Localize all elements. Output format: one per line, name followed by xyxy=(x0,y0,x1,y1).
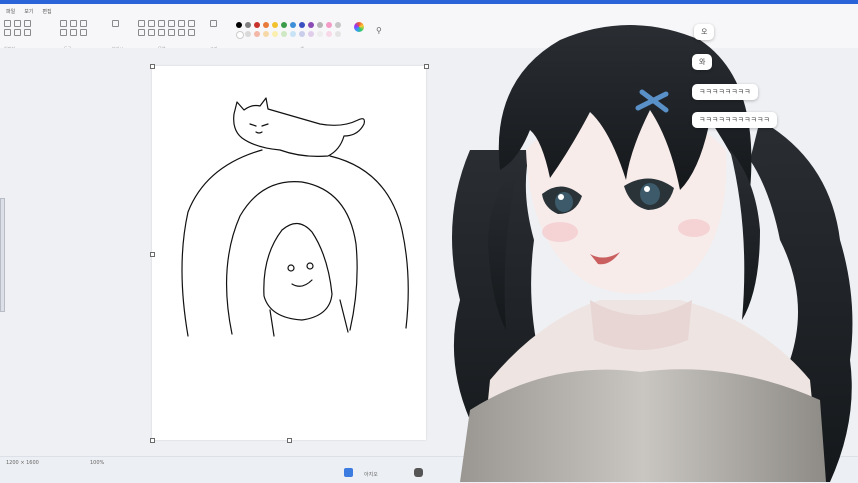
tab-edit[interactable]: 편집 xyxy=(42,8,51,18)
palette-swatch[interactable] xyxy=(335,22,341,28)
chat-message: ㅋㅋㅋㅋㅋㅋㅋㅋㅋㅋㅋ xyxy=(692,112,777,128)
status-canvas-size: 1200 × 1600 xyxy=(6,460,39,466)
brush-group xyxy=(112,20,139,27)
chat-message: 오 xyxy=(694,24,715,40)
palette-swatch[interactable] xyxy=(272,31,278,37)
palette-swatch[interactable] xyxy=(281,22,287,28)
palette-swatch[interactable] xyxy=(326,31,332,37)
canvas-handle-topleft[interactable] xyxy=(150,64,155,69)
canvas-handle-bottomleft[interactable] xyxy=(150,438,155,443)
arrow-shape-icon[interactable] xyxy=(138,29,145,36)
fill-icon[interactable] xyxy=(70,20,77,27)
diamond-shape-icon[interactable] xyxy=(178,29,185,36)
left-eye xyxy=(287,264,295,272)
drawing-tools-group xyxy=(60,20,87,36)
oval-shape-icon[interactable] xyxy=(158,20,165,27)
layers-icon[interactable]: ⚲ xyxy=(376,26,382,35)
left-panel-handle[interactable] xyxy=(0,198,5,312)
chat-message: 와 xyxy=(692,54,713,70)
right-eye xyxy=(306,262,314,270)
brush-icon[interactable] xyxy=(112,20,119,27)
palette-swatch[interactable] xyxy=(317,22,323,28)
callout-shape-icon[interactable] xyxy=(168,29,175,36)
taskbar-search-label: 아지오 xyxy=(364,472,378,478)
canvas-handle-bottom[interactable] xyxy=(287,438,292,443)
cat-outline xyxy=(233,97,365,157)
right-iris xyxy=(640,183,660,205)
palette-swatch[interactable] xyxy=(245,31,251,37)
palette-swatch[interactable] xyxy=(290,22,296,28)
tab-file[interactable]: 파일 xyxy=(6,8,15,18)
size-group xyxy=(210,20,237,27)
doodle-drawing xyxy=(181,97,409,337)
face-outline xyxy=(263,222,333,321)
menu-tabs: 파일 보기 편집 xyxy=(0,8,52,18)
palette-swatch[interactable] xyxy=(263,31,269,37)
eraser-icon[interactable] xyxy=(60,29,67,36)
palette-swatch[interactable] xyxy=(317,31,323,37)
left-eye-highlight xyxy=(558,194,564,200)
shapes-group xyxy=(138,20,195,36)
cat-face xyxy=(249,123,269,134)
drawing-canvas[interactable] xyxy=(152,66,426,440)
triangle-shape-icon[interactable] xyxy=(178,20,185,27)
palette-swatch[interactable] xyxy=(299,31,305,37)
pencil-icon[interactable] xyxy=(60,20,67,27)
select-icon[interactable] xyxy=(4,20,11,27)
hair-outer xyxy=(181,149,409,337)
curve-shape-icon[interactable] xyxy=(148,20,155,27)
rotate-icon[interactable] xyxy=(4,29,11,36)
right-blush xyxy=(678,219,710,237)
color-picker-icon[interactable] xyxy=(70,29,77,36)
line-shape-icon[interactable] xyxy=(138,20,145,27)
canvas-handle-topright[interactable] xyxy=(424,64,429,69)
color-palette xyxy=(236,22,342,39)
windows-start-icon[interactable] xyxy=(344,468,353,477)
palette-swatch[interactable] xyxy=(290,31,296,37)
palette-swatch[interactable] xyxy=(254,31,260,37)
mouth xyxy=(291,279,313,287)
pentagon-shape-icon[interactable] xyxy=(188,29,195,36)
palette-swatch[interactable] xyxy=(236,22,242,28)
taskbar-app-icon[interactable] xyxy=(414,468,423,477)
copy-icon[interactable] xyxy=(24,29,31,36)
edit-colors-icon[interactable] xyxy=(354,22,364,32)
image-tools-group xyxy=(4,20,31,36)
palette-swatch[interactable] xyxy=(272,22,278,28)
stroke-size-icon[interactable] xyxy=(210,20,217,27)
status-zoom: 100% xyxy=(90,460,105,466)
palette-swatch[interactable] xyxy=(236,31,244,39)
chat-message: ㅋㅋㅋㅋㅋㅋㅋㅋ xyxy=(692,84,758,100)
right-side-lock xyxy=(730,150,760,320)
crop-icon[interactable] xyxy=(14,20,21,27)
vtuber-avatar xyxy=(452,25,853,482)
tab-view[interactable]: 보기 xyxy=(24,8,33,18)
heart-shape-icon[interactable] xyxy=(148,29,155,36)
palette-swatch[interactable] xyxy=(326,22,332,28)
left-iris xyxy=(555,192,573,212)
hexagon-shape-icon[interactable] xyxy=(158,29,165,36)
magnifier-icon[interactable] xyxy=(80,29,87,36)
resize-icon[interactable] xyxy=(24,20,31,27)
palette-swatch[interactable] xyxy=(254,22,260,28)
palette-swatch[interactable] xyxy=(281,31,287,37)
palette-swatch[interactable] xyxy=(245,22,251,28)
hair-inner xyxy=(225,181,358,335)
text-icon[interactable] xyxy=(80,20,87,27)
flip-icon[interactable] xyxy=(14,29,21,36)
canvas-handle-left[interactable] xyxy=(150,252,155,257)
left-blush xyxy=(542,222,578,242)
palette-swatch[interactable] xyxy=(335,31,341,37)
palette-swatch[interactable] xyxy=(299,22,305,28)
star-shape-icon[interactable] xyxy=(188,20,195,27)
palette-swatch[interactable] xyxy=(308,22,314,28)
rectangle-shape-icon[interactable] xyxy=(168,20,175,27)
palette-swatch[interactable] xyxy=(263,22,269,28)
palette-swatch[interactable] xyxy=(308,31,314,37)
right-eye-highlight xyxy=(644,186,650,192)
